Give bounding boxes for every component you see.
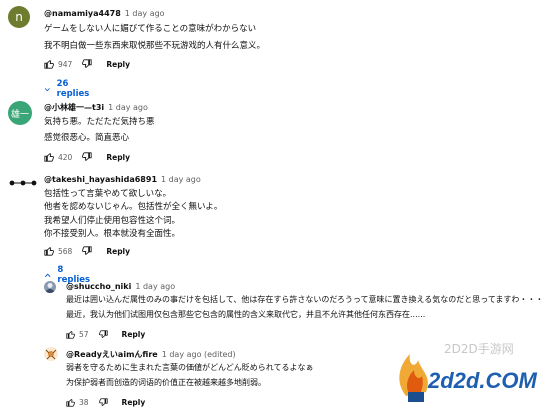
avatar[interactable]: n (8, 6, 30, 28)
avatar-image (45, 283, 55, 293)
comment-time[interactable]: 1 day ago (161, 175, 201, 184)
comment-actions: 568 Reply (44, 246, 130, 256)
comment-actions: 38 Reply (66, 398, 145, 407)
chevron-up-icon (44, 273, 51, 277)
comment-author[interactable]: @小林雄一—t3i 1 day ago (44, 102, 148, 113)
like-icon[interactable] (66, 398, 75, 407)
view-replies-button[interactable]: 26 replies (44, 79, 92, 99)
comment-time[interactable]: 1 day ago (135, 282, 175, 291)
avatar[interactable] (44, 281, 56, 293)
comment-text: 気持ち悪。ただただ気持ち悪 (44, 117, 155, 127)
reply-translation: 最近，我认为他们试图用仅包含那些它包含的属性的含义来取代它，并且不允许其他任何东… (66, 310, 426, 319)
reply-button[interactable]: Reply (106, 60, 130, 69)
reply-button[interactable]: Reply (106, 247, 130, 256)
comment-translation: 你不接受别人。根本就没有全面性。 (44, 229, 181, 239)
author-handle[interactable]: @shuccho_niki (66, 282, 131, 291)
like-count: 420 (58, 152, 73, 162)
watermark-logo: 2D2D手游网 2d2d.COM (392, 326, 542, 406)
dislike-icon[interactable] (82, 59, 92, 69)
comment-text: 包括性って言葉やめて欲しいな。 (44, 189, 172, 199)
avatar-letter: 雄一 (10, 109, 29, 120)
comment-actions: 420 Reply (44, 152, 130, 162)
like-count: 947 (58, 59, 73, 69)
like-count: 38 (79, 398, 89, 407)
dislike-icon[interactable] (98, 330, 108, 339)
like-icon[interactable] (44, 246, 54, 256)
comment-author[interactable]: @shuccho_niki 1 day ago (66, 282, 175, 291)
avatar[interactable] (44, 347, 58, 361)
comment-author[interactable]: @Readyえいaimんfire 1 day ago (edited) (66, 349, 236, 360)
like-icon[interactable] (66, 330, 75, 339)
like-icon[interactable] (44, 152, 54, 162)
comment-time[interactable]: 1 day ago (108, 103, 148, 112)
comment-actions: 57 Reply (66, 330, 145, 339)
avatar[interactable] (8, 176, 38, 190)
like-count: 57 (79, 330, 89, 339)
comment-author[interactable]: @takeshi_hayashida6891 1 day ago (44, 175, 201, 184)
replies-count[interactable]: 26 replies (57, 79, 92, 99)
like-count: 568 (58, 246, 73, 256)
comment-translation: 感觉很恶心。简直恶心 (44, 133, 130, 143)
comment-time[interactable]: 1 day ago (125, 9, 165, 18)
watermark-site-name: 2D2D手游网 (444, 342, 514, 356)
comment-time[interactable]: 1 day ago (edited) (162, 350, 236, 359)
comment-actions: 947 Reply (44, 59, 130, 69)
reply-text: 弱者を守るために生まれた言葉の価値がどんどん貶められてるよなぁ (66, 363, 314, 372)
reply-button[interactable]: Reply (122, 398, 146, 407)
avatar-letter: n (15, 10, 23, 24)
chevron-down-icon (44, 87, 50, 91)
author-handle[interactable]: @Readyえいaimんfire (66, 350, 158, 359)
comment-translation: 我不明白做一些东西来取悦那些不玩游戏的人有什么意义。 (44, 41, 266, 51)
comment-text: ゲームをしない人に媚びて作ることの意味がわからない (44, 24, 257, 34)
avatar-image (45, 349, 57, 360)
watermark-domain: 2d2d.COM (428, 368, 537, 393)
avatar-image (9, 180, 37, 186)
author-handle[interactable]: @namamiya4478 (44, 9, 121, 18)
comment-translation: 我希望人们停止使用包容性这个词。 (44, 216, 181, 226)
like-icon[interactable] (44, 59, 54, 69)
reply-button[interactable]: Reply (106, 153, 130, 162)
dislike-icon[interactable] (82, 152, 92, 162)
dislike-icon[interactable] (82, 246, 92, 256)
avatar[interactable]: 雄一 (8, 101, 32, 125)
author-handle[interactable]: @takeshi_hayashida6891 (44, 175, 157, 184)
reply-button[interactable]: Reply (122, 330, 146, 339)
comment-text: 他者を認めないじゃん。包括性が全く無いよ。 (44, 202, 223, 212)
reply-translation: 为保护弱者而创造的词语的价值正在被越来越多地削弱。 (66, 378, 266, 387)
flame-icon (399, 354, 428, 402)
author-handle[interactable]: @小林雄一—t3i (44, 103, 104, 112)
comment-author[interactable]: @namamiya4478 1 day ago (44, 9, 165, 18)
reply-text: 最近は囲い込んだ属性のみの事だけを包括して、他は存在すら許さないのだろうって意味… (66, 295, 544, 304)
dislike-icon[interactable] (98, 398, 108, 407)
